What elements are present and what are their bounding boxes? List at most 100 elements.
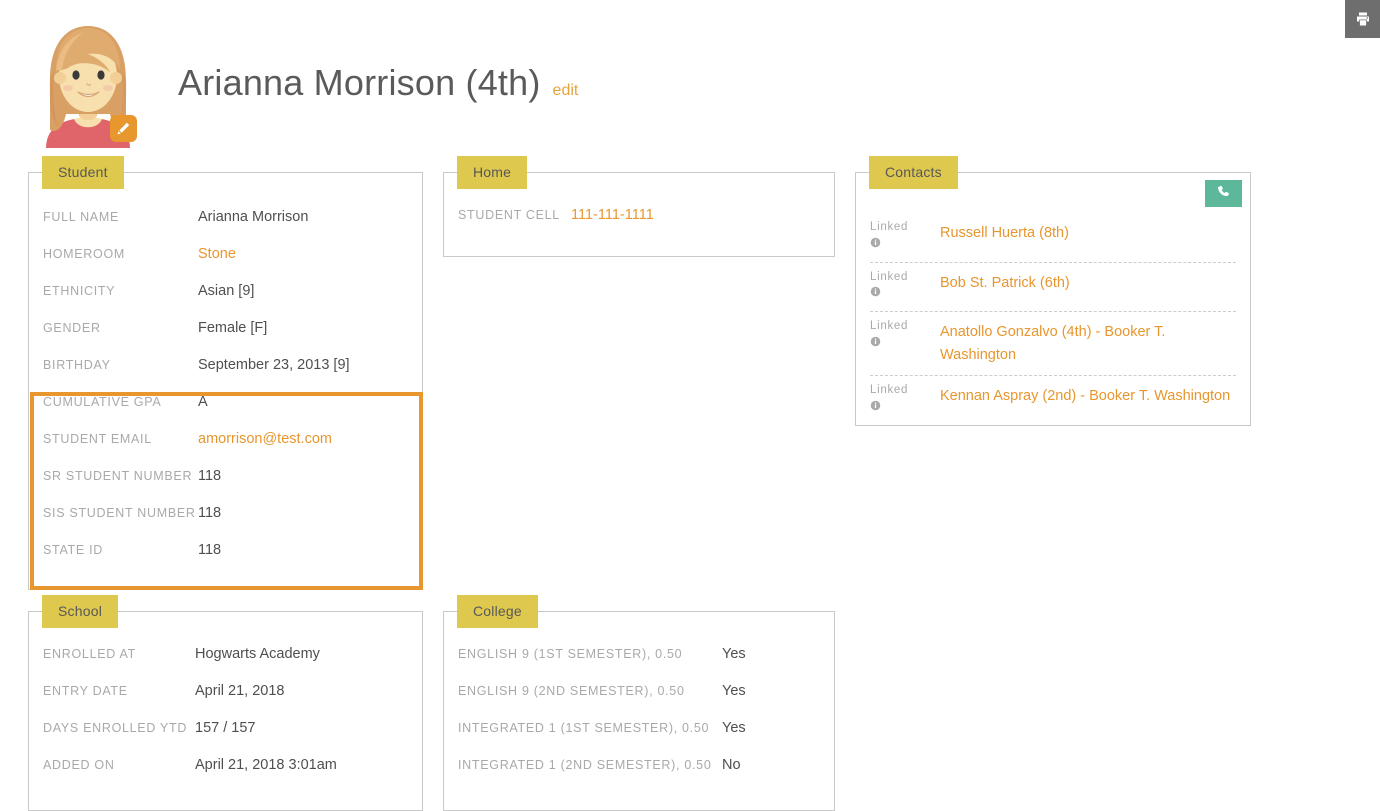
- row-label: Full Name: [43, 210, 119, 224]
- row-label: SIS Student Number: [43, 506, 196, 520]
- table-row: Homeroom Stone: [29, 246, 422, 283]
- student-panel: Student Full Name Arianna Morrison Homer…: [28, 156, 423, 590]
- row-value: 157 / 157: [195, 720, 256, 736]
- table-row: Entry Date April 21, 2018: [29, 683, 422, 720]
- contacts-panel-body: Linked Russell Huerta (8th) Linked Bob S…: [856, 173, 1250, 425]
- table-row: English 9 (1st Semester), 0.50 Yes: [444, 646, 834, 683]
- row-value: Asian [9]: [198, 283, 255, 299]
- contact-name-link[interactable]: Anatollo Gonzalvo (4th) - Booker T. Wash…: [940, 320, 1236, 366]
- table-row: Ethnicity Asian [9]: [29, 283, 422, 320]
- page-title: Arianna Morrison (4th): [178, 62, 541, 103]
- row-label: State ID: [43, 543, 104, 557]
- home-panel-tab: Home: [457, 156, 528, 189]
- row-value: Yes: [722, 646, 746, 662]
- college-panel: College English 9 (1st Semester), 0.50 Y…: [443, 595, 835, 811]
- row-label: Birthday: [43, 358, 111, 372]
- student-panel-tab: Student: [42, 156, 124, 189]
- row-label: SR Student Number: [43, 469, 193, 483]
- row-value: 118: [198, 505, 222, 521]
- row-label: English 9 (2nd Semester), 0.50: [458, 684, 685, 698]
- row-label: Ethnicity: [43, 284, 116, 298]
- table-row: English 9 (2nd Semester), 0.50 Yes: [444, 683, 834, 720]
- row-label: Cumulative GPA: [43, 395, 162, 409]
- edit-link[interactable]: edit: [553, 82, 579, 100]
- row-label: Enrolled At: [43, 647, 136, 661]
- row-value: September 23, 2013 [9]: [198, 357, 350, 373]
- avatar-edit-button[interactable]: [110, 115, 137, 142]
- row-value: Hogwarts Academy: [195, 646, 320, 662]
- table-row: Enrolled At Hogwarts Academy: [29, 646, 422, 683]
- row-value: 118: [198, 542, 222, 558]
- table-row: Full Name Arianna Morrison: [29, 209, 422, 246]
- print-button[interactable]: [1345, 0, 1380, 38]
- contact-tag: Linked: [870, 271, 940, 303]
- table-row: SR Student Number 118: [29, 468, 422, 505]
- row-label: Entry Date: [43, 684, 128, 698]
- contact-tag-label: Linked: [870, 270, 909, 283]
- row-value: Female [F]: [198, 320, 268, 336]
- row-label: Student Email: [43, 432, 152, 446]
- row-label: Added On: [43, 758, 115, 772]
- contact-tag-label: Linked: [870, 320, 909, 333]
- table-row: Integrated 1 (2nd Semester), 0.50 No: [444, 757, 834, 794]
- row-value: No: [722, 757, 741, 773]
- contact-tag-label: Linked: [870, 221, 909, 233]
- school-panel-body: Enrolled At Hogwarts Academy Entry Date …: [29, 612, 422, 794]
- list-item: Linked Anatollo Gonzalvo (4th) - Booker …: [870, 312, 1236, 377]
- contact-tag: Linked: [870, 384, 940, 416]
- row-value-homeroom[interactable]: Stone: [198, 246, 408, 262]
- row-label: Gender: [43, 321, 101, 335]
- row-value: 118: [198, 468, 222, 484]
- row-value: A: [198, 394, 208, 410]
- table-row: Gender Female [F]: [29, 320, 422, 357]
- row-value: April 21, 2018 3:01am: [195, 757, 337, 773]
- printer-icon: [1355, 11, 1371, 27]
- row-value-student-cell[interactable]: 111-111-1111: [571, 207, 820, 223]
- school-panel: School Enrolled At Hogwarts Academy Entr…: [28, 595, 423, 811]
- row-value: Yes: [722, 720, 746, 736]
- table-row: Days Enrolled YTD 157 / 157: [29, 720, 422, 757]
- contact-tag: Linked: [870, 320, 940, 352]
- college-panel-tab: College: [457, 595, 538, 628]
- row-value: Yes: [722, 683, 746, 699]
- table-row: Integrated 1 (1st Semester), 0.50 Yes: [444, 720, 834, 757]
- list-item: Linked Russell Huerta (8th): [870, 213, 1236, 263]
- row-value: April 21, 2018: [195, 683, 285, 699]
- row-label: Days Enrolled YTD: [43, 721, 188, 735]
- info-icon[interactable]: [870, 398, 940, 416]
- info-icon[interactable]: [870, 334, 940, 352]
- table-row: SIS Student Number 118: [29, 505, 422, 542]
- call-contact-button[interactable]: [1205, 180, 1242, 207]
- contact-name-link[interactable]: Bob St. Patrick (6th): [940, 271, 1070, 294]
- phone-icon: [1217, 185, 1230, 203]
- table-row: Cumulative GPA A: [29, 394, 422, 431]
- table-row: Birthday September 23, 2013 [9]: [29, 357, 422, 394]
- contact-name-link[interactable]: Kennan Aspray (2nd) - Booker T. Washingt…: [940, 384, 1230, 407]
- contacts-panel: Contacts Linked Russell Huerta (8th) Lin…: [855, 156, 1251, 426]
- college-panel-body: English 9 (1st Semester), 0.50 Yes Engli…: [444, 612, 834, 794]
- list-item: Linked Bob St. Patrick (6th): [870, 263, 1236, 313]
- contacts-panel-tab: Contacts: [869, 156, 958, 189]
- student-panel-body: Full Name Arianna Morrison Homeroom Ston…: [29, 173, 422, 579]
- list-item: Linked Kennan Aspray (2nd) - Booker T. W…: [870, 376, 1236, 425]
- row-value: Arianna Morrison: [198, 209, 309, 225]
- row-label: Homeroom: [43, 247, 125, 261]
- table-row: Student Cell 111-111-1111: [444, 207, 834, 244]
- table-row: Added On April 21, 2018 3:01am: [29, 757, 422, 794]
- info-icon[interactable]: [870, 284, 940, 302]
- avatar[interactable]: [28, 18, 148, 148]
- table-row: Student Email amorrison@test.com: [29, 431, 422, 468]
- row-label: Integrated 1 (2nd Semester), 0.50: [458, 758, 712, 772]
- row-value-student-email[interactable]: amorrison@test.com: [198, 431, 408, 447]
- contact-tag: Linked: [870, 221, 940, 253]
- contact-name-link[interactable]: Russell Huerta (8th): [940, 221, 1069, 244]
- info-icon[interactable]: [870, 235, 940, 253]
- pencil-icon: [116, 121, 131, 136]
- contact-tag-label: Linked: [870, 384, 909, 397]
- home-panel: Home Student Cell 111-111-1111: [443, 156, 835, 257]
- table-row: State ID 118: [29, 542, 422, 579]
- page-header: Arianna Morrison (4th) edit: [28, 18, 578, 148]
- row-label: Student Cell: [458, 208, 560, 222]
- row-label: English 9 (1st Semester), 0.50: [458, 647, 683, 661]
- row-label: Integrated 1 (1st Semester), 0.50: [458, 721, 710, 735]
